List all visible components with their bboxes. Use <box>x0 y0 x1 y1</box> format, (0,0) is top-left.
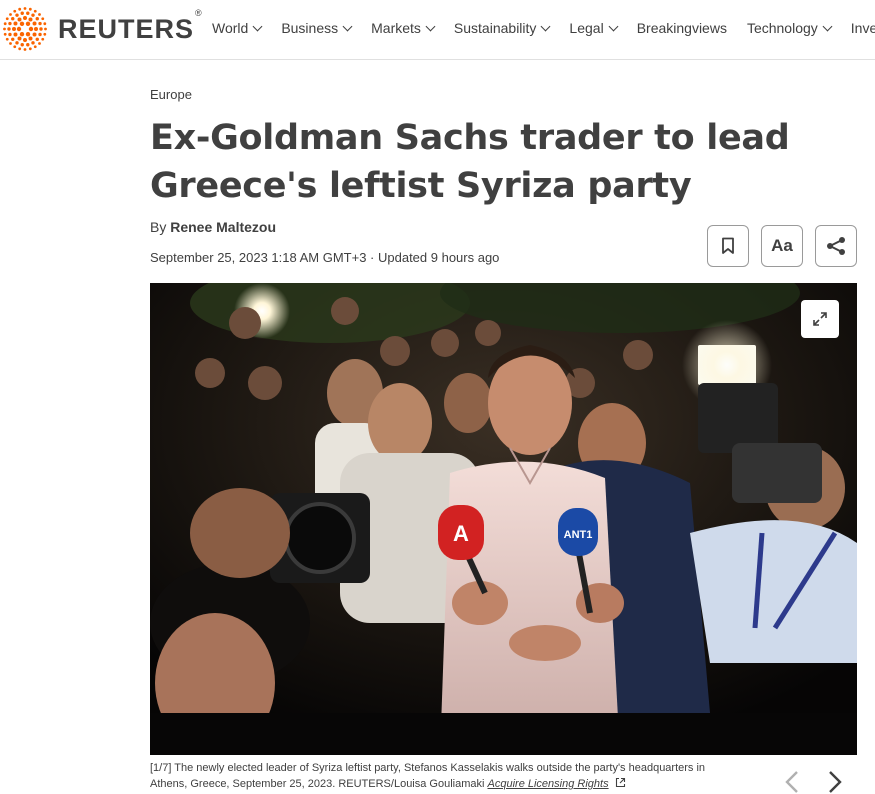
lead-photo[interactable]: A ANT1 <box>150 283 857 755</box>
photo-caption: [1/7] The newly elected leader of Syriza… <box>150 762 706 790</box>
brand-wordmark[interactable]: REUTERS® <box>58 8 202 45</box>
top-navigation: REUTERS® World Business Markets Sustaina… <box>0 0 875 60</box>
publish-date: September 25, 2023 1:18 AM GMT+3 · Updat… <box>150 250 500 265</box>
chevron-down-icon <box>425 21 436 31</box>
chevron-down-icon <box>608 21 619 31</box>
chevron-right-icon <box>829 771 842 793</box>
font-size-button[interactable]: Aa <box>761 225 803 267</box>
font-size-label: Aa <box>771 236 793 255</box>
bookmark-icon <box>722 237 734 254</box>
crowd-photo-image: A ANT1 <box>150 283 857 755</box>
nav-item-technology[interactable]: Technology <box>747 20 833 36</box>
expand-icon <box>813 312 827 326</box>
external-link-icon[interactable] <box>615 777 626 788</box>
chevron-left-icon <box>785 771 798 793</box>
svg-text:A: A <box>453 521 469 546</box>
section-link-europe[interactable]: Europe <box>150 87 192 102</box>
chevron-down-icon <box>342 21 353 31</box>
licensing-link[interactable]: Acquire Licensing Rights <box>488 778 609 790</box>
nav-item-legal[interactable]: Legal <box>569 20 619 36</box>
chevron-down-icon <box>822 21 833 31</box>
nav-item-investigations[interactable]: Inves <box>851 20 875 36</box>
bookmark-button[interactable] <box>707 225 749 267</box>
chevron-down-icon <box>540 21 551 31</box>
previous-photo-button[interactable] <box>781 768 805 794</box>
next-photo-button[interactable] <box>822 768 846 794</box>
article-headline: Ex-Goldman Sachs trader to lead Greece's… <box>150 118 790 206</box>
byline: By Renee Maltezou <box>150 219 277 235</box>
chevron-down-icon <box>252 21 263 31</box>
nav-item-sustainability[interactable]: Sustainability <box>454 20 551 36</box>
author-link[interactable]: Renee Maltezou <box>170 219 276 235</box>
share-icon <box>827 237 845 255</box>
section-nav: World Business Markets Sustainability Le… <box>212 20 875 36</box>
nav-item-markets[interactable]: Markets <box>371 20 436 36</box>
nav-item-breakingviews[interactable]: Breakingviews <box>637 20 727 36</box>
reuters-logo-icon[interactable] <box>0 6 50 52</box>
nav-item-world[interactable]: World <box>212 20 263 36</box>
share-button[interactable] <box>815 225 857 267</box>
expand-photo-button[interactable] <box>801 300 839 338</box>
svg-text:ANT1: ANT1 <box>564 529 593 541</box>
nav-item-business[interactable]: Business <box>281 20 353 36</box>
